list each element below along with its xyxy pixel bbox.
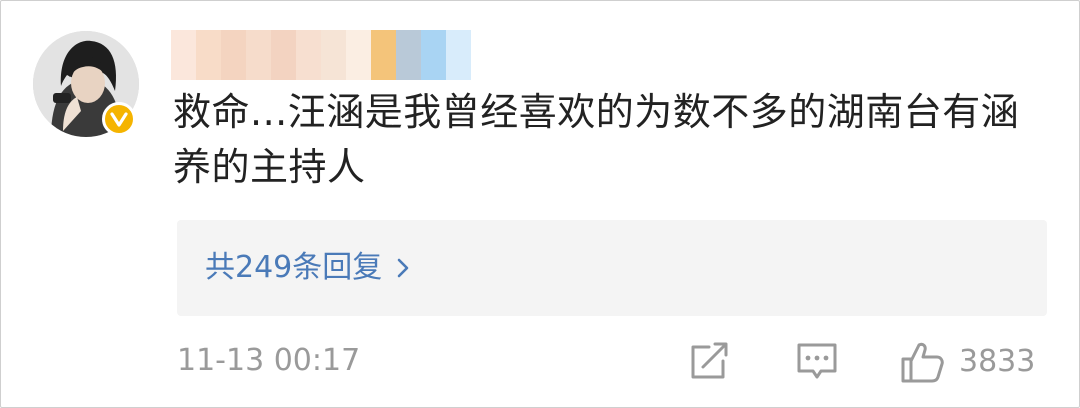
reply-button[interactable] [795,339,839,383]
comment-timestamp: 11-13 00:17 [177,343,361,378]
replies-label: 共249条回复 [205,250,383,285]
username-pixel-block [171,30,196,80]
username-pixelated[interactable] [171,30,471,80]
username-pixel-block [371,30,396,80]
username-pixel-block [421,30,446,80]
username-pixel-block [271,30,296,80]
username-pixel-block [246,30,271,80]
chevron-right-icon [396,257,410,279]
username-pixel-block [346,30,371,80]
share-icon [691,342,728,379]
username-pixel-block [196,30,221,80]
username-pixel-block [446,30,471,80]
thumbs-up-icon [901,342,944,383]
username-pixel-block [296,30,321,80]
verified-v-icon [110,112,128,127]
like-button[interactable]: 3833 [899,339,1035,385]
comment-text: 救命...汪涵是我曾经喜欢的为数不多的湖南台有涵养的主持人 [173,90,1020,189]
replies-panel[interactable]: 共249条回复 [177,220,1047,316]
verified-badge [102,102,136,136]
view-replies-link[interactable]: 共249条回复 [205,244,410,292]
comment-icon [797,343,837,379]
share-button[interactable] [687,339,731,383]
like-count: 3833 [959,344,1036,379]
username-pixel-block [221,30,246,80]
username-pixel-block [396,30,421,80]
comment-card: 救命...汪涵是我曾经喜欢的为数不多的湖南台有涵养的主持人 共249条回复 11… [0,0,1080,408]
username-pixel-block [321,30,346,80]
